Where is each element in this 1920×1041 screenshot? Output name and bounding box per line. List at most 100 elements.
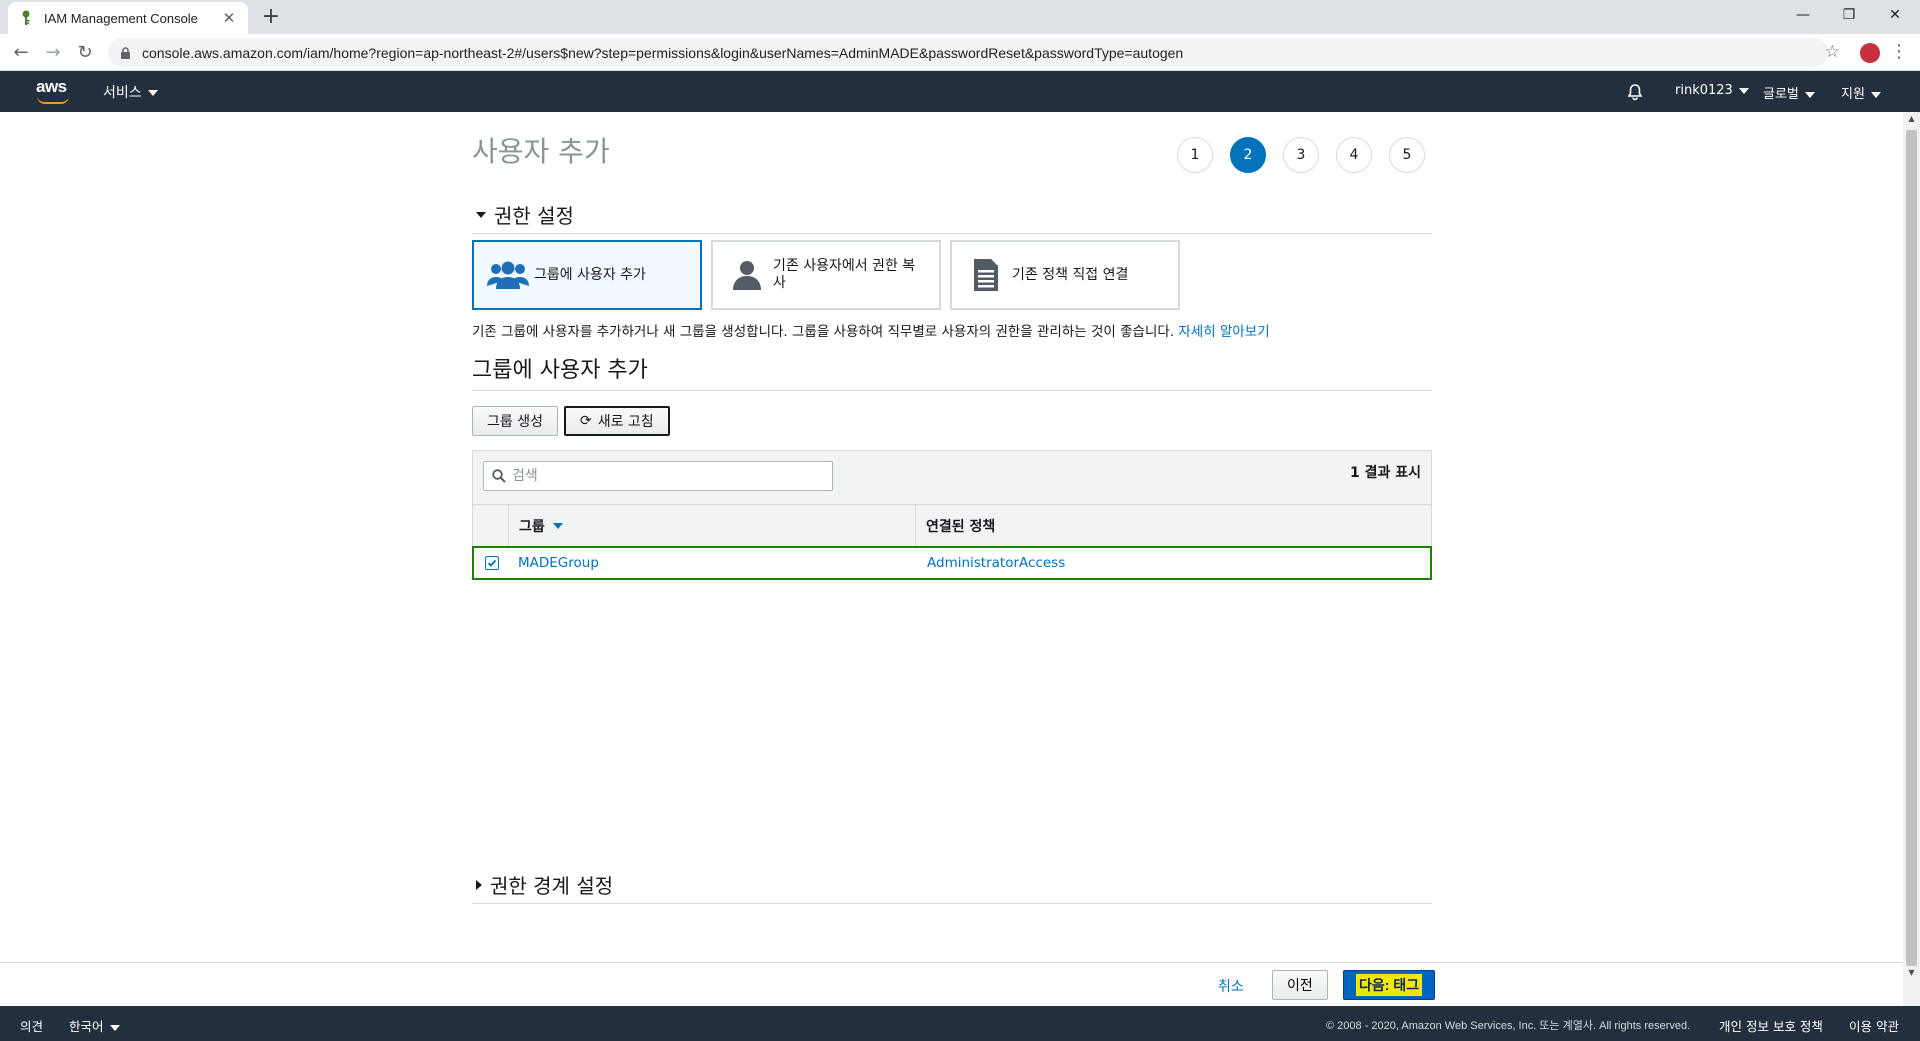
table-header: 그룹 연결된 정책 [473,505,1431,547]
chevron-down-icon [109,1024,120,1031]
step-4[interactable]: 4 [1336,137,1372,173]
profile-avatar[interactable] [1860,43,1880,63]
step-5[interactable]: 5 [1389,137,1425,173]
permission-options: 그룹에 사용자 추가 기존 사용자에서 권한 복사 기존 정책 직접 연결 [472,240,1189,310]
table-row[interactable]: MADEGroup AdministratorAccess [472,546,1432,580]
scroll-up-icon[interactable]: ▲ [1906,114,1917,123]
region-menu[interactable]: 글로벌 [1763,83,1815,102]
groups-table: 1 결과 표시 그룹 연결된 정책 MADEGroup Administrato [472,450,1432,580]
tab-close-icon[interactable]: ✕ [220,9,238,27]
column-label: 연결된 정책 [926,518,996,535]
next-label: 다음: 태그 [1356,974,1423,996]
users-group-icon [486,255,530,295]
terms-link[interactable]: 이용 약관 [1849,1016,1899,1035]
sort-down-icon [552,522,563,529]
permissions-section-label: 권한 설정 [494,204,574,228]
boundary-section-label: 권한 경계 설정 [490,874,614,898]
minimize-icon[interactable]: — [1780,0,1826,30]
services-label: 서비스 [103,85,142,101]
support-label: 지원 [1841,87,1865,102]
chevron-down-icon [1804,91,1815,98]
permissions-section-header[interactable]: 권한 설정 [472,200,1432,234]
permissions-description: 기존 그룹에 사용자를 추가하거나 새 그룹을 생성합니다. 그룹을 사용하여 … [472,320,1270,340]
group-toolbar: 그룹 생성 ⟳ 새로 고침 [472,406,676,436]
step-1[interactable]: 1 [1177,137,1213,173]
account-menu[interactable]: rink0123 [1675,83,1749,98]
column-label: 그룹 [519,518,545,535]
refresh-label: 새로 고침 [597,414,654,430]
language-selector[interactable]: 한국어 [69,1016,120,1035]
learn-more-link[interactable]: 자세히 알아보기 [1178,324,1269,340]
tab-title: IAM Management Console [44,10,198,26]
console-footer: 의견 한국어 © 2008 - 2020, Amazon Web Service… [0,1006,1920,1041]
checkmark-icon [487,559,497,567]
expand-caret-icon [476,879,482,890]
bookmark-star-icon[interactable]: ☆ [1825,42,1840,62]
cancel-link[interactable]: 취소 [1218,976,1244,996]
scroll-down-icon[interactable]: ▼ [1906,968,1917,977]
row-select-cell [474,548,510,578]
column-header-group[interactable]: 그룹 [509,505,916,546]
scrollbar-thumb[interactable] [1906,130,1917,966]
browser-menu-icon[interactable]: ⋮ [1890,41,1908,62]
group-link[interactable]: MADEGroup [518,555,599,571]
row-checkbox[interactable] [485,556,499,570]
support-menu[interactable]: 지원 [1841,83,1881,102]
copyright-text: © 2008 - 2020, Amazon Web Services, Inc.… [1326,1020,1691,1032]
search-icon [492,469,506,483]
bell-icon[interactable] [1626,83,1644,105]
account-label: rink0123 [1675,83,1733,98]
group-cell: MADEGroup [510,548,917,578]
column-header-policies[interactable]: 연결된 정책 [916,505,1431,546]
restore-icon[interactable]: ❐ [1826,0,1872,30]
browser-tab-bar: IAM Management Console ✕ + — ❐ ✕ [0,0,1920,34]
description-text: 기존 그룹에 사용자를 추가하거나 새 그룹을 생성합니다. 그룹을 사용하여 … [472,324,1175,340]
next-tags-button[interactable]: 다음: 태그 [1343,970,1436,1000]
window-close-icon[interactable]: ✕ [1872,0,1918,30]
header-select-cell [473,505,509,546]
reload-icon[interactable]: ↻ [72,40,98,66]
address-bar: ← → ↻ console.aws.amazon.com/iam/home?re… [0,34,1920,71]
privacy-link[interactable]: 개인 정보 보호 정책 [1719,1016,1823,1035]
feedback-link[interactable]: 의견 [20,1016,43,1035]
language-label: 한국어 [69,1019,104,1034]
results-count: 1 결과 표시 [1349,465,1421,481]
aws-logo[interactable]: aws [36,77,72,105]
aws-smile-icon [37,96,69,104]
option-add-to-group[interactable]: 그룹에 사용자 추가 [472,240,702,310]
lock-icon [120,46,132,59]
step-2[interactable]: 2 [1230,137,1266,173]
policy-cell: AdministratorAccess [917,548,1430,578]
region-label: 글로벌 [1763,87,1799,102]
create-group-button[interactable]: 그룹 생성 [472,406,558,436]
chevron-down-icon [147,90,158,96]
chevron-down-icon [1738,87,1749,94]
services-menu[interactable]: 서비스 [103,82,158,102]
wizard-action-bar: 취소 이전 다음: 태그 [0,962,1903,1006]
browser-tab[interactable]: IAM Management Console ✕ [8,2,248,34]
document-icon [964,255,1008,295]
previous-button[interactable]: 이전 [1272,970,1328,1000]
key-favicon-icon [18,10,34,26]
page-title: 사용자 추가 [472,135,610,168]
new-tab-icon[interactable]: + [258,4,284,30]
search-box[interactable] [483,461,833,491]
step-3[interactable]: 3 [1283,137,1319,173]
aws-console-nav: aws 서비스 rink0123 글로벌 지원 [0,71,1920,112]
wizard-steps: 1 2 3 4 5 [1177,137,1442,173]
forward-icon[interactable]: → [40,40,66,66]
chevron-down-icon [1870,91,1881,98]
aws-logo-text: aws [36,77,67,96]
option-attach-policies[interactable]: 기존 정책 직접 연결 [950,240,1180,310]
option-label: 기존 정책 직접 연결 [1012,266,1129,283]
url-field[interactable]: console.aws.amazon.com/iam/home?region=a… [108,38,1828,67]
policy-link[interactable]: AdministratorAccess [927,555,1065,571]
refresh-icon: ⟳ [579,413,592,429]
option-label: 기존 사용자에서 권한 복사 [773,258,916,291]
refresh-button[interactable]: ⟳ 새로 고침 [563,406,670,436]
group-section-title: 그룹에 사용자 추가 [472,352,1432,391]
option-copy-permissions[interactable]: 기존 사용자에서 권한 복사 [711,240,941,310]
search-input[interactable] [512,468,812,484]
back-icon[interactable]: ← [8,40,34,66]
boundary-section-header[interactable]: 권한 경계 설정 [472,870,1432,904]
